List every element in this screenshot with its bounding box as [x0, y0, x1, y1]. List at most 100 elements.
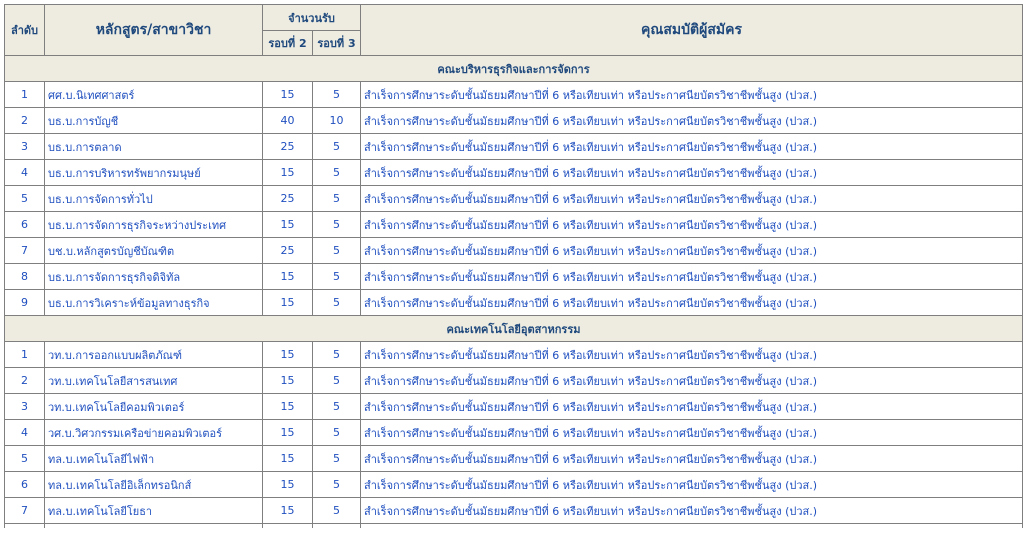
table-row: 8 บธ.บ.การจัดการธุรกิจดิจิทัล 15 5 สำเร็จการ… [4, 263, 1024, 290]
cell-program: บธ.บ.การบัญชี [44, 107, 263, 134]
cell-round-3: 5 [311, 211, 362, 238]
section-row: คณะเทคโนโลยีอุตสาหกรรม [3, 315, 1024, 342]
section-title: คณะบริหารธุรกิจและการจัดการ [3, 55, 1024, 82]
cell-program: บช.บ.หลักสูตรบัญชีบัณฑิต [44, 237, 263, 264]
cell-qualification: สำเร็จการศึกษาระดับชั้นมัธยมศึกษาปีที่ 6… [360, 185, 1024, 212]
cell-round-2: 15 [262, 81, 313, 108]
cell-order: 4 [4, 419, 45, 446]
cell-round-3: 5 [311, 419, 362, 446]
empty-cell [4, 523, 45, 528]
table-row: 7 ทล.บ.เทคโนโลยีโยธา 15 5 สำเร็จการศึกษาระดั… [4, 497, 1024, 524]
cell-round-3: 5 [311, 445, 362, 472]
cell-round-3: 5 [311, 471, 362, 498]
table-row: 4 บธ.บ.การบริหารทรัพยากรมนุษย์ 15 5 สำเร็จกา… [4, 159, 1024, 186]
cell-program: บธ.บ.การจัดการทั่วไป [44, 185, 263, 212]
table-body: คณะบริหารธุรกิจและการจัดการ 1 ศศ.บ.นิเทศศา… [3, 55, 1024, 528]
header-quota: จำนวนรับ [261, 4, 362, 31]
cell-order: 5 [4, 445, 45, 472]
cell-round-3: 5 [311, 367, 362, 394]
cell-qualification: สำเร็จการศึกษาระดับชั้นมัธยมศึกษาปีที่ 6… [360, 393, 1024, 420]
cell-round-2: 40 [262, 107, 313, 134]
cell-round-2: 15 [262, 263, 313, 290]
cell-round-3: 5 [311, 81, 362, 108]
empty-cell [262, 523, 313, 528]
table-row: 7 บช.บ.หลักสูตรบัญชีบัณฑิต 25 5 สำเร็จการศึก… [4, 237, 1024, 264]
header-round-3: รอบที่ 3 [311, 30, 362, 56]
empty-cell [360, 523, 1024, 528]
admission-table: ลำดับ หลักสูตร/สาขาวิชา จำนวนรับ คุณสมบั… [3, 4, 1024, 528]
cell-program: ทล.บ.เทคโนโลยีไฟฟ้า [44, 445, 263, 472]
table-row: 4 วศ.บ.วิศวกรรมเครือข่ายคอมพิวเตอร์ 15 5 สำเ… [4, 419, 1024, 446]
cell-program: ศศ.บ.นิเทศศาสตร์ [44, 81, 263, 108]
cell-program: บธ.บ.การวิเคราะห์ข้อมูลทางธุรกิจ [44, 289, 263, 316]
cell-program: บธ.บ.การบริหารทรัพยากรมนุษย์ [44, 159, 263, 186]
cell-qualification: สำเร็จการศึกษาระดับชั้นมัธยมศึกษาปีที่ 6… [360, 133, 1024, 160]
cell-program: ทล.บ.เทคโนโลยีโยธา [44, 497, 263, 524]
table-bottom-edge [4, 523, 1024, 528]
table-row: 5 บธ.บ.การจัดการทั่วไป 25 5 สำเร็จการศึกษาระ… [4, 185, 1024, 212]
cell-round-3: 5 [311, 185, 362, 212]
section-title: คณะเทคโนโลยีอุตสาหกรรม [3, 315, 1024, 342]
cell-round-2: 25 [262, 133, 313, 160]
header-program: หลักสูตร/สาขาวิชา [44, 4, 263, 56]
cell-qualification: สำเร็จการศึกษาระดับชั้นมัธยมศึกษาปีที่ 6… [360, 289, 1024, 316]
cell-round-3: 5 [311, 237, 362, 264]
header-qualification: คุณสมบัติผู้สมัคร [360, 4, 1024, 56]
cell-order: 1 [4, 81, 45, 108]
cell-qualification: สำเร็จการศึกษาระดับชั้นมัธยมศึกษาปีที่ 6… [360, 107, 1024, 134]
cell-qualification: สำเร็จการศึกษาระดับชั้นมัธยมศึกษาปีที่ 6… [360, 445, 1024, 472]
cell-round-2: 15 [262, 289, 313, 316]
cell-round-3: 5 [311, 393, 362, 420]
cell-order: 1 [4, 341, 45, 368]
cell-order: 3 [4, 393, 45, 420]
cell-round-3: 5 [311, 497, 362, 524]
table-row: 5 ทล.บ.เทคโนโลยีไฟฟ้า 15 5 สำเร็จการศึกษาระด… [4, 445, 1024, 472]
cell-round-2: 15 [262, 419, 313, 446]
cell-round-2: 15 [262, 159, 313, 186]
cell-order: 6 [4, 471, 45, 498]
cell-round-2: 15 [262, 393, 313, 420]
cell-order: 2 [4, 107, 45, 134]
cell-round-2: 15 [262, 497, 313, 524]
table-row: 3 บธ.บ.การตลาด 25 5 สำเร็จการศึกษาระดับชั้นม… [4, 133, 1024, 160]
table-row: 3 วท.บ.เทคโนโลยีคอมพิวเตอร์ 15 5 สำเร็จการศึ… [4, 393, 1024, 420]
cell-program: วท.บ.การออกแบบผลิตภัณฑ์ [44, 341, 263, 368]
header-round-2: รอบที่ 2 [262, 30, 313, 56]
cell-qualification: สำเร็จการศึกษาระดับชั้นมัธยมศึกษาปีที่ 6… [360, 81, 1024, 108]
cell-order: 8 [4, 263, 45, 290]
cell-qualification: สำเร็จการศึกษาระดับชั้นมัธยมศึกษาปีที่ 6… [360, 471, 1024, 498]
cell-qualification: สำเร็จการศึกษาระดับชั้นมัธยมศึกษาปีที่ 6… [360, 341, 1024, 368]
cell-program: บธ.บ.การจัดการธุรกิจดิจิทัล [44, 263, 263, 290]
cell-order: 2 [4, 367, 45, 394]
cell-order: 7 [4, 497, 45, 524]
cell-qualification: สำเร็จการศึกษาระดับชั้นมัธยมศึกษาปีที่ 6… [360, 159, 1024, 186]
cell-round-2: 15 [262, 367, 313, 394]
cell-program: บธ.บ.การจัดการธุรกิจระหว่างประเทศ [44, 211, 263, 238]
empty-cell [311, 523, 362, 528]
header-order: ลำดับ [4, 4, 45, 56]
cell-qualification: สำเร็จการศึกษาระดับชั้นมัธยมศึกษาปีที่ 6… [360, 263, 1024, 290]
table-row: 6 ทล.บ.เทคโนโลยีอิเล็กทรอนิกส์ 15 5 สำเร็จกา… [4, 471, 1024, 498]
cell-round-2: 15 [262, 471, 313, 498]
cell-order: 4 [4, 159, 45, 186]
cell-program: บธ.บ.การตลาด [44, 133, 263, 160]
cell-round-2: 15 [262, 211, 313, 238]
cell-qualification: สำเร็จการศึกษาระดับชั้นมัธยมศึกษาปีที่ 6… [360, 367, 1024, 394]
empty-cell [44, 523, 263, 528]
cell-program: วศ.บ.วิศวกรรมเครือข่ายคอมพิวเตอร์ [44, 419, 263, 446]
table-row: 1 ศศ.บ.นิเทศศาสตร์ 15 5 สำเร็จการศึกษาระดับช… [4, 81, 1024, 108]
table-row: 2 วท.บ.เทคโนโลยีสารสนเทศ 15 5 สำเร็จการศึกษา… [4, 367, 1024, 394]
cell-round-3: 5 [311, 263, 362, 290]
cell-round-3: 5 [311, 159, 362, 186]
cell-qualification: สำเร็จการศึกษาระดับชั้นมัธยมศึกษาปีที่ 6… [360, 211, 1024, 238]
section-row: คณะบริหารธุรกิจและการจัดการ [3, 55, 1024, 82]
table-row: 1 วท.บ.การออกแบบผลิตภัณฑ์ 15 5 สำเร็จการศึกษ… [4, 341, 1024, 368]
cell-qualification: สำเร็จการศึกษาระดับชั้นมัธยมศึกษาปีที่ 6… [360, 497, 1024, 524]
cell-order: 9 [4, 289, 45, 316]
cell-qualification: สำเร็จการศึกษาระดับชั้นมัธยมศึกษาปีที่ 6… [360, 237, 1024, 264]
cell-round-2: 15 [262, 445, 313, 472]
cell-order: 3 [4, 133, 45, 160]
cell-order: 7 [4, 237, 45, 264]
table-row: 6 บธ.บ.การจัดการธุรกิจระหว่างประเทศ 15 5 สำเ… [4, 211, 1024, 238]
cell-round-3: 10 [311, 107, 362, 134]
